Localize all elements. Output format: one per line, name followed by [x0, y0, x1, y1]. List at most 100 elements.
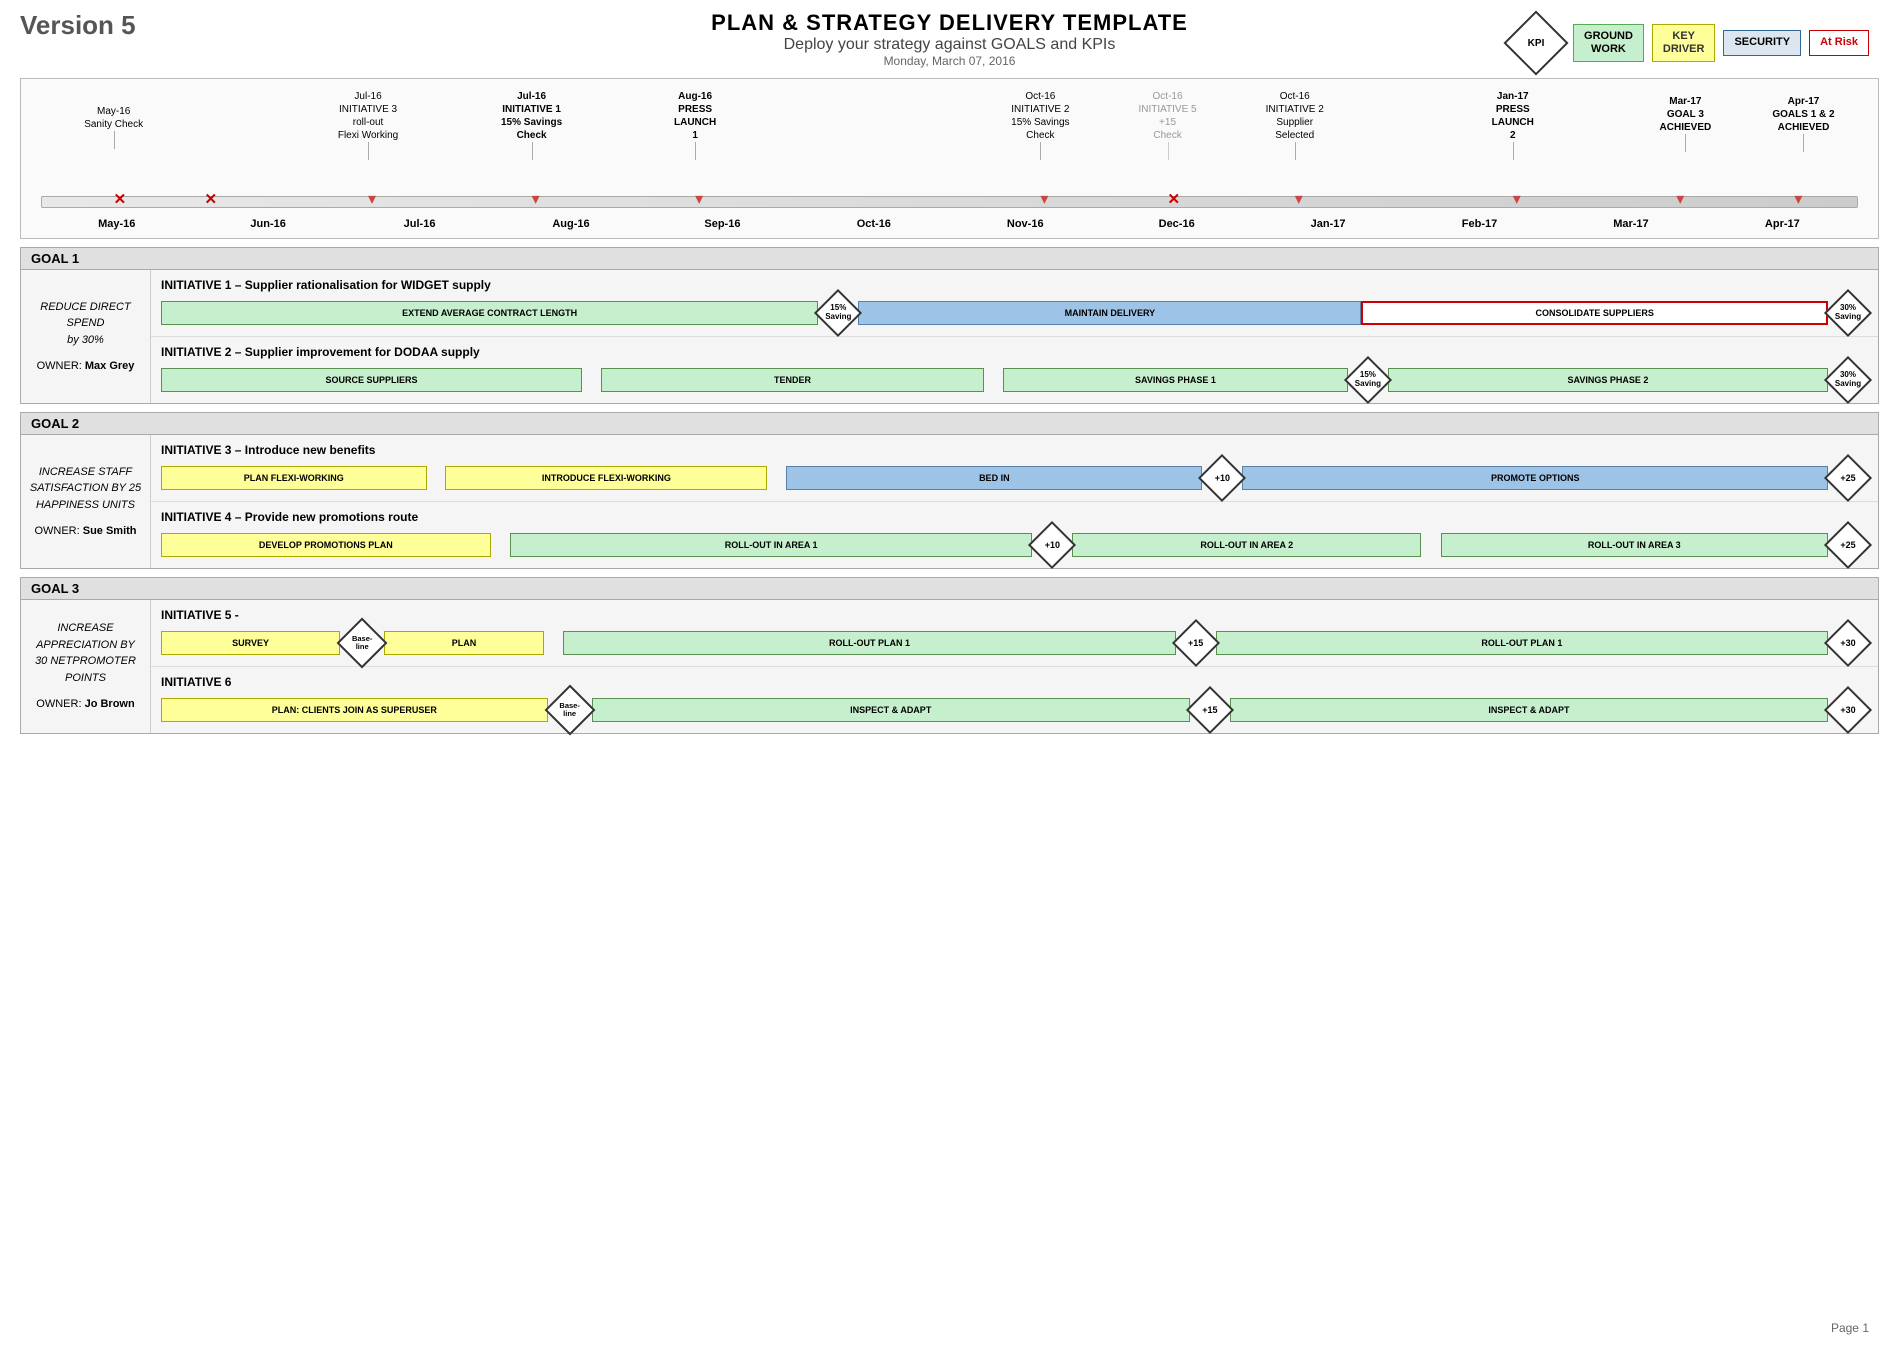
diamond-label: 30%Saving — [1835, 304, 1861, 322]
bar-rollout-area2: ROLL-OUT IN AREA 2 — [1072, 533, 1421, 557]
bar-gap — [582, 368, 601, 392]
initiative-1-title: INITIATIVE 1 – Supplier rationalisation … — [161, 278, 1868, 292]
bar-consolidate-suppliers: CONSOLIDATE SUPPLIERS — [1361, 301, 1828, 325]
legend-keydriver: KEYDRIVER — [1652, 24, 1716, 62]
bar-gap — [767, 466, 786, 490]
bar-savings-phase2: SAVINGS PHASE 2 — [1388, 368, 1828, 392]
bar-develop-promotions: DEVELOP PROMOTIONS PLAN — [161, 533, 491, 557]
goal-1-initiatives: INITIATIVE 1 – Supplier rationalisation … — [151, 270, 1878, 403]
bar-maintain-delivery: MAINTAIN DELIVERY — [858, 301, 1361, 325]
kpi-label: KPI — [1528, 38, 1545, 49]
diamond-baseline-i5: Base-line — [340, 623, 384, 663]
bar-rollout-plan1-i5: ROLL-OUT PLAN 1 — [563, 631, 1175, 655]
marker-down-mar: ▾ — [1676, 189, 1684, 209]
event-line — [1803, 134, 1804, 152]
legend-area: KPI GROUNDWORK KEYDRIVER SECURITY At Ris… — [1507, 14, 1869, 72]
initiative-4-title: INITIATIVE 4 – Provide new promotions ro… — [161, 510, 1868, 524]
marker-x-jun: ✕ — [205, 190, 218, 208]
goal-2-sidebar-text: INCREASE STAFFSATISFACTION BY 25HAPPINES… — [30, 464, 141, 514]
diamond-label: +10 — [1045, 540, 1060, 550]
initiative-3-title: INITIATIVE 3 – Introduce new benefits — [161, 443, 1868, 457]
bar-rollout-area1: ROLL-OUT IN AREA 1 — [510, 533, 1032, 557]
initiative-2-block: INITIATIVE 2 – Supplier improvement for … — [151, 337, 1878, 403]
bar-gap — [984, 368, 1003, 392]
marker-down-apr: ▾ — [1794, 189, 1802, 209]
month-aug16: Aug-16 — [495, 218, 646, 230]
diamond-30-i6: +30 — [1828, 690, 1868, 730]
diamond-25-i4: +25 — [1828, 525, 1868, 565]
month-nov16: Nov-16 — [950, 218, 1101, 230]
goal-3-sidebar: INCREASEAPPRECIATION BY30 NETPROMOTERPOI… — [21, 600, 151, 733]
bar-savings-phase1: SAVINGS PHASE 1 — [1003, 368, 1348, 392]
bar-source-suppliers: SOURCE SUPPLIERS — [161, 368, 582, 392]
goal-1-owner: OWNER: Max Grey — [37, 358, 135, 375]
bar-plan-clients: PLAN: CLIENTS JOIN AS SUPERUSER — [161, 698, 548, 722]
timeline-section: May-16 Sanity Check Jul-16 INITIATIVE 3 … — [20, 78, 1879, 239]
bar-gap — [1421, 533, 1440, 557]
goal-1-section: GOAL 1 REDUCE DIRECTSPENDby 30% OWNER: M… — [20, 247, 1879, 404]
diamond-baseline-i6: Base-line — [548, 690, 592, 730]
diamond-10-i3: +10 — [1202, 458, 1242, 498]
month-may16: May-16 — [41, 218, 192, 230]
legend-security: SECURITY — [1723, 30, 1801, 55]
bar-gap — [491, 533, 510, 557]
event-line — [1040, 142, 1041, 160]
goal-1-header: GOAL 1 — [21, 248, 1878, 270]
timeline-event-jul16-i3: Jul-16 INITIATIVE 3 roll-out Flexi Worki… — [323, 90, 413, 142]
event-line — [1685, 134, 1686, 152]
month-jun16: Jun-16 — [192, 218, 343, 230]
event-line — [532, 142, 533, 160]
month-jul16: Jul-16 — [344, 218, 495, 230]
event-line — [368, 142, 369, 160]
goal-2-owner: OWNER: Sue Smith — [34, 523, 136, 540]
diamond-30-saving-i2: 30%Saving — [1828, 360, 1868, 400]
goal-2-header: GOAL 2 — [21, 413, 1878, 435]
timeline-event-jul16-i1: Jul-16 INITIATIVE 1 15% Savings Check — [487, 90, 577, 142]
diamond-15-i6: +15 — [1190, 690, 1230, 730]
initiative-5-title: INITIATIVE 5 - — [161, 608, 1868, 622]
kpi-diamond: KPI — [1507, 14, 1565, 72]
timeline-bar — [41, 196, 1858, 208]
marker-down-jul1: ▾ — [368, 189, 376, 209]
timeline-event-oct16-i5: Oct-16 INITIATIVE 5 +15 Check — [1133, 90, 1203, 142]
marker-down-oct2: ▾ — [1295, 189, 1303, 209]
bar-gap — [427, 466, 446, 490]
bar-tender: TENDER — [601, 368, 984, 392]
goal-3-body: INCREASEAPPRECIATION BY30 NETPROMOTERPOI… — [21, 600, 1878, 733]
marker-x-may: ✕ — [114, 190, 127, 208]
bar-extend-contract: EXTEND AVERAGE CONTRACT LENGTH — [161, 301, 818, 325]
initiative-5-block: INITIATIVE 5 - SURVEY Base-line PLAN ROL… — [151, 600, 1878, 667]
bar-plan-i5: PLAN — [384, 631, 544, 655]
diamond-label: +25 — [1840, 540, 1855, 550]
page-header: Version 5 PLAN & STRATEGY DELIVERY TEMPL… — [0, 0, 1899, 72]
diamond-label: Base-line — [559, 702, 579, 719]
initiative-2-title: INITIATIVE 2 – Supplier improvement for … — [161, 345, 1868, 359]
version-label: Version 5 — [20, 10, 136, 41]
initiative-2-bars: SOURCE SUPPLIERS TENDER SAVINGS PHASE 1 … — [161, 365, 1868, 395]
month-dec16: Dec-16 — [1101, 218, 1252, 230]
bar-survey: SURVEY — [161, 631, 340, 655]
month-mar17: Mar-17 — [1555, 218, 1706, 230]
marker-x-oct: ✕ — [1168, 190, 1181, 208]
timeline-bar-container: ✕ ✕ ▾ ▾ ▾ ▾ ✕ ▾ ▾ ▾ ▾ — [41, 192, 1858, 214]
event-line — [1168, 142, 1169, 160]
legend-groundwork: GROUNDWORK — [1573, 24, 1644, 62]
diamond-label: +25 — [1840, 473, 1855, 483]
diamond-label: 15%Saving — [825, 304, 851, 322]
event-line — [695, 142, 696, 160]
diamond-15-saving-i2: 15%Saving — [1348, 360, 1388, 400]
goal-3-section: GOAL 3 INCREASEAPPRECIATION BY30 NETPROM… — [20, 577, 1879, 734]
goal-3-initiatives: INITIATIVE 5 - SURVEY Base-line PLAN ROL… — [151, 600, 1878, 733]
diamond-25-i3: +25 — [1828, 458, 1868, 498]
initiative-1-bars: EXTEND AVERAGE CONTRACT LENGTH 15%Saving… — [161, 298, 1868, 328]
timeline-event-mar17: Mar-17 GOAL 3 ACHIEVED — [1645, 95, 1725, 134]
bar-inspect-adapt1: INSPECT & ADAPT — [592, 698, 1190, 722]
months-row: May-16 Jun-16 Jul-16 Aug-16 Sep-16 Oct-1… — [41, 218, 1858, 230]
month-apr17: Apr-17 — [1707, 218, 1858, 230]
diamond-label: 30%Saving — [1835, 371, 1861, 389]
diamond-label: +10 — [1215, 473, 1230, 483]
diamond-label: +30 — [1840, 638, 1855, 648]
bar-bed-in: BED IN — [786, 466, 1202, 490]
goal-1-body: REDUCE DIRECTSPENDby 30% OWNER: Max Grey… — [21, 270, 1878, 403]
month-jan17: Jan-17 — [1252, 218, 1403, 230]
